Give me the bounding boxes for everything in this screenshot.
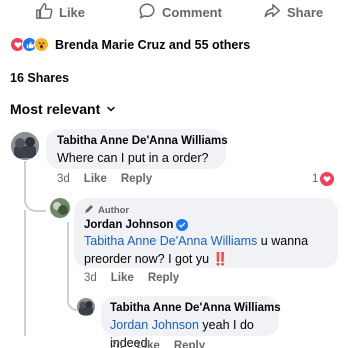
- like-button[interactable]: Like: [35, 2, 85, 23]
- comment-filter-label: Most relevant: [10, 101, 101, 117]
- comment-label: Comment: [162, 5, 222, 20]
- comment-button[interactable]: Comment: [138, 2, 222, 23]
- comment-filter-dropdown[interactable]: Most relevant: [10, 101, 116, 117]
- comment-author[interactable]: Tabitha Anne De'Anna Williams: [57, 135, 228, 147]
- author-badge: Author: [84, 204, 328, 217]
- comment-like-link[interactable]: Like: [84, 173, 107, 185]
- thread-line: [67, 222, 69, 292]
- comment-timestamp[interactable]: 3d: [57, 173, 70, 185]
- comment-bubble: Tabitha Anne De'Anna Williams Where can …: [46, 129, 228, 169]
- post-action-bar: Like Comment Share: [0, 0, 348, 26]
- avatar[interactable]: [11, 132, 39, 160]
- comment-reaction-count[interactable]: 1: [312, 172, 335, 186]
- double-exclamation-icon: ‼️: [212, 252, 229, 267]
- comment-author-name: Jordan Johnson: [84, 219, 174, 232]
- comment-meta: 2d Like Reply: [110, 340, 205, 348]
- comment-reply-link[interactable]: Reply: [174, 340, 205, 348]
- shares-count[interactable]: 16 Shares: [10, 71, 69, 85]
- reactions-summary[interactable]: Brenda Marie Cruz and 55 others: [10, 37, 250, 52]
- love-icon: [320, 172, 335, 186]
- share-label: Share: [287, 5, 324, 20]
- comment-reply-link[interactable]: Reply: [121, 173, 152, 185]
- comment-author[interactable]: Tabitha Anne De'Anna Williams: [110, 302, 281, 314]
- comment-meta: 3d Like Reply: [57, 173, 152, 185]
- verified-icon: [176, 219, 189, 231]
- thumbs-up-icon: [35, 2, 53, 23]
- comment-text: Where can I put in a order?: [57, 151, 209, 165]
- avatar[interactable]: [77, 298, 95, 316]
- comment-bubble: Tabitha Anne De'Anna Williams Jordan Joh…: [101, 296, 281, 348]
- comment-text: Tabitha Anne De'Anna Williams u wanna pr…: [84, 232, 328, 268]
- wow-icon: [34, 37, 49, 52]
- avatar[interactable]: [50, 198, 70, 218]
- speech-bubble-icon: [138, 2, 156, 23]
- comment-bubble: Author Jordan Johnson Tabitha Anne De'An…: [74, 198, 338, 268]
- author-badge-label: Author: [98, 205, 130, 216]
- comment-meta: 3d Like Reply: [84, 272, 179, 284]
- thread-line: [24, 210, 26, 336]
- comment-like-link[interactable]: Like: [137, 340, 160, 348]
- comment-timestamp[interactable]: 2d: [110, 340, 123, 348]
- share-arrow-icon: [263, 2, 281, 23]
- like-label: Like: [59, 5, 86, 20]
- comment-timestamp[interactable]: 3d: [84, 272, 97, 284]
- reactions-summary-text: Brenda Marie Cruz and 55 others: [55, 37, 251, 52]
- mention-link[interactable]: Jordan Johnson: [110, 318, 199, 332]
- mention-link[interactable]: Tabitha Anne De'Anna Williams: [84, 234, 257, 248]
- comment-like-link[interactable]: Like: [111, 272, 134, 284]
- thread-connector: [24, 190, 46, 212]
- thread-connector: [67, 290, 77, 311]
- chevron-down-icon: [106, 101, 116, 117]
- share-button[interactable]: Share: [263, 2, 323, 23]
- comment-reply-link[interactable]: Reply: [148, 272, 179, 284]
- comment-reaction-count-value: 1: [312, 173, 319, 185]
- pen-icon: [84, 204, 94, 217]
- comment-author[interactable]: Jordan Johnson: [84, 219, 328, 231]
